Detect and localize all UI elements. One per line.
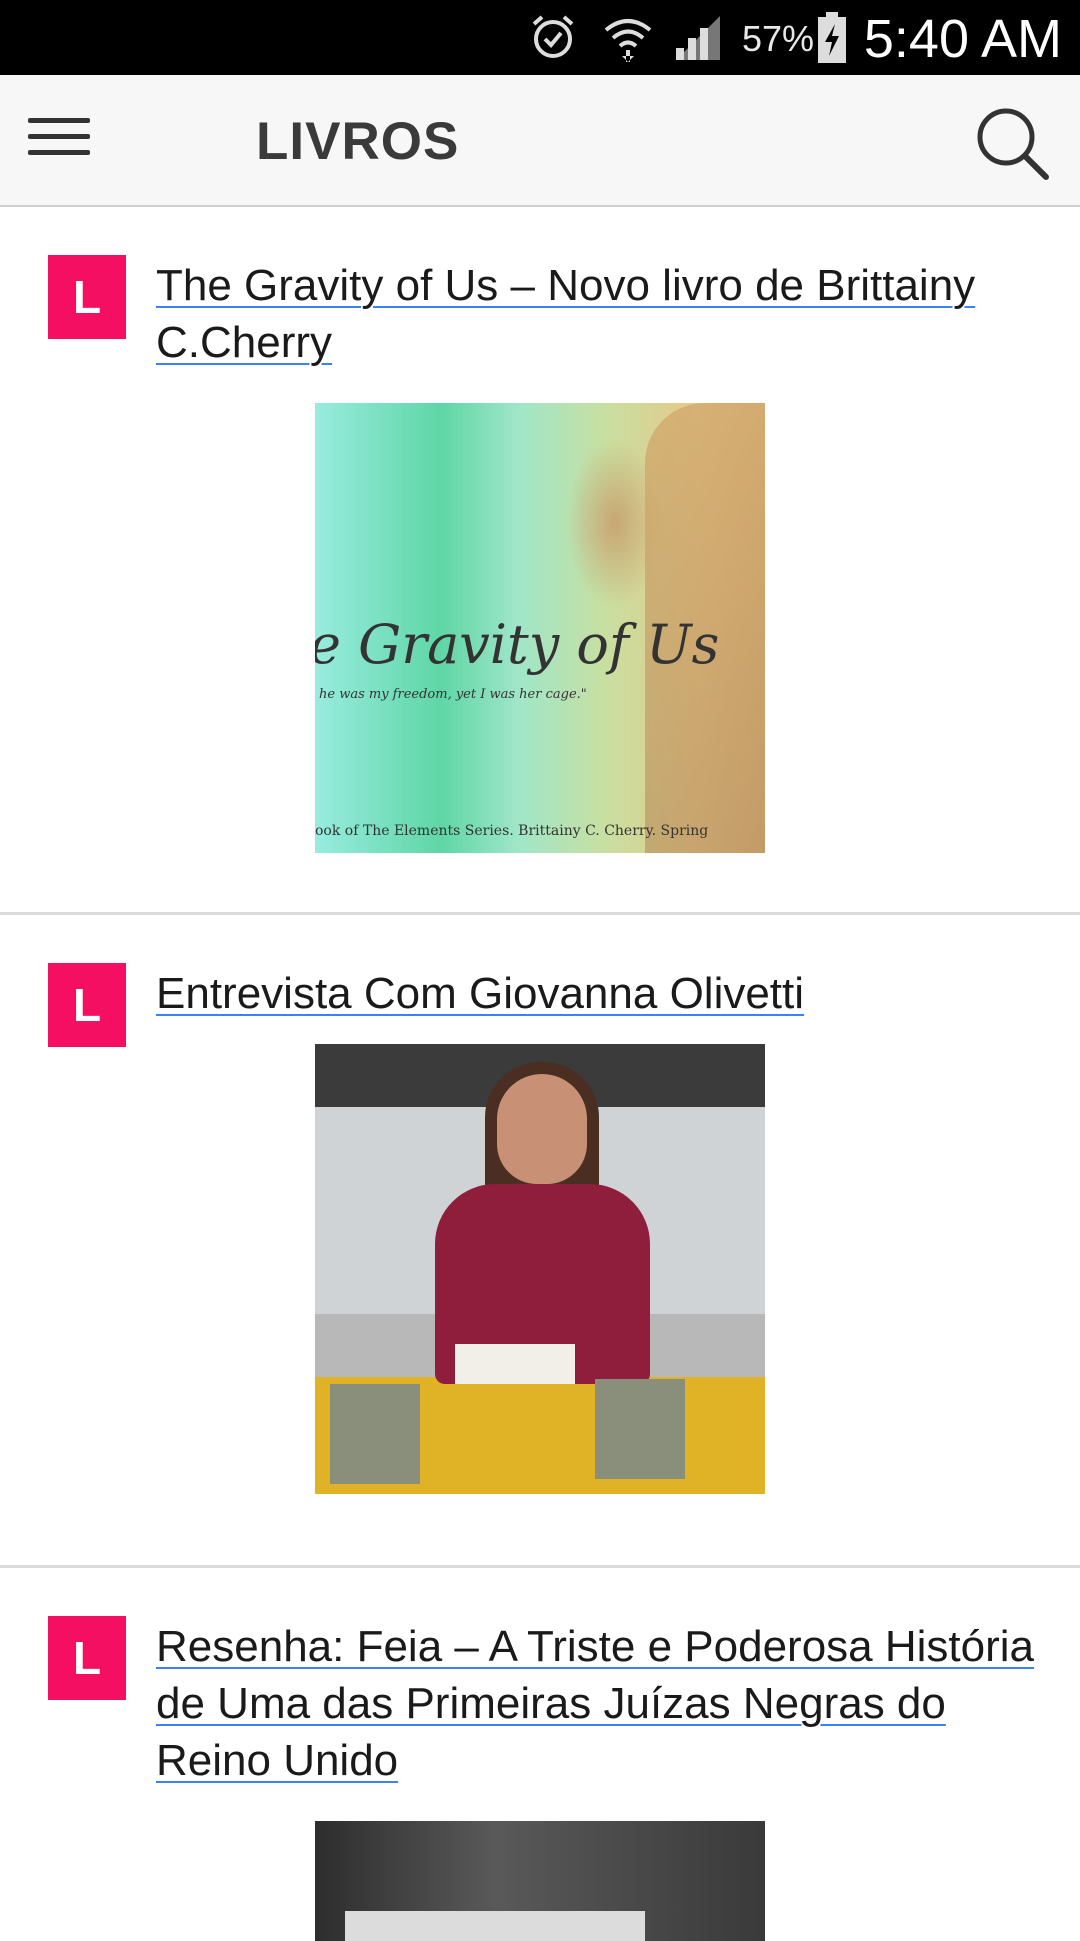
book-cover-image: e Gravity of Us he was my freedom, yet I… <box>315 403 765 853</box>
cover-tagline: he was my freedom, yet I was her cage." <box>319 687 587 702</box>
post-title-link[interactable]: The Gravity of Us – Novo livro de Britta… <box>156 257 1040 371</box>
list-item: L The Gravity of Us – Novo livro de Brit… <box>0 207 1080 915</box>
photo-book-stack <box>330 1384 420 1484</box>
list-item: L Resenha: Feia – A Triste e Poderosa Hi… <box>0 1568 1080 1941</box>
hamburger-menu-icon[interactable] <box>24 110 96 170</box>
review-cover-image <box>315 1821 765 1941</box>
alarm-icon <box>532 15 574 58</box>
signal-icon <box>676 16 720 60</box>
cover-footer: ook of The Elements Series. Brittainy C.… <box>315 823 709 839</box>
page-title: LIVROS <box>256 112 460 171</box>
photo-person-face <box>497 1074 587 1184</box>
battery-charging-icon <box>818 12 846 63</box>
photo-book-stack <box>595 1379 685 1479</box>
photo-card <box>455 1344 575 1384</box>
post-header: Resenha: Feia – A Triste e Poderosa Hist… <box>0 1568 1080 1789</box>
cover-heading: e Gravity of Us <box>315 613 720 676</box>
clock: 5:40 AM <box>863 9 1062 69</box>
list-item: L Entrevista Com Giovanna Olivetti <box>0 915 1080 1568</box>
battery-percent: 57% <box>742 18 815 59</box>
post-thumbnail[interactable] <box>315 1821 765 1941</box>
post-thumbnail[interactable] <box>315 1044 765 1494</box>
post-header: Entrevista Com Giovanna Olivetti <box>0 915 1080 1022</box>
app-bar: LIVROS <box>0 75 1080 207</box>
post-feed: L The Gravity of Us – Novo livro de Brit… <box>0 207 1080 1941</box>
post-header: The Gravity of Us – Novo livro de Britta… <box>0 207 1080 371</box>
post-title-link[interactable]: Entrevista Com Giovanna Olivetti <box>156 965 1040 1022</box>
post-title-link[interactable]: Resenha: Feia – A Triste e Poderosa Hist… <box>156 1618 1040 1789</box>
interview-photo <box>315 1044 765 1494</box>
post-thumbnail[interactable]: e Gravity of Us he was my freedom, yet I… <box>315 403 765 853</box>
status-bar: 57% 5:40 AM <box>0 0 1080 75</box>
search-icon[interactable] <box>972 103 1052 183</box>
wifi-icon <box>604 19 652 62</box>
cover-graphic <box>345 1911 645 1941</box>
